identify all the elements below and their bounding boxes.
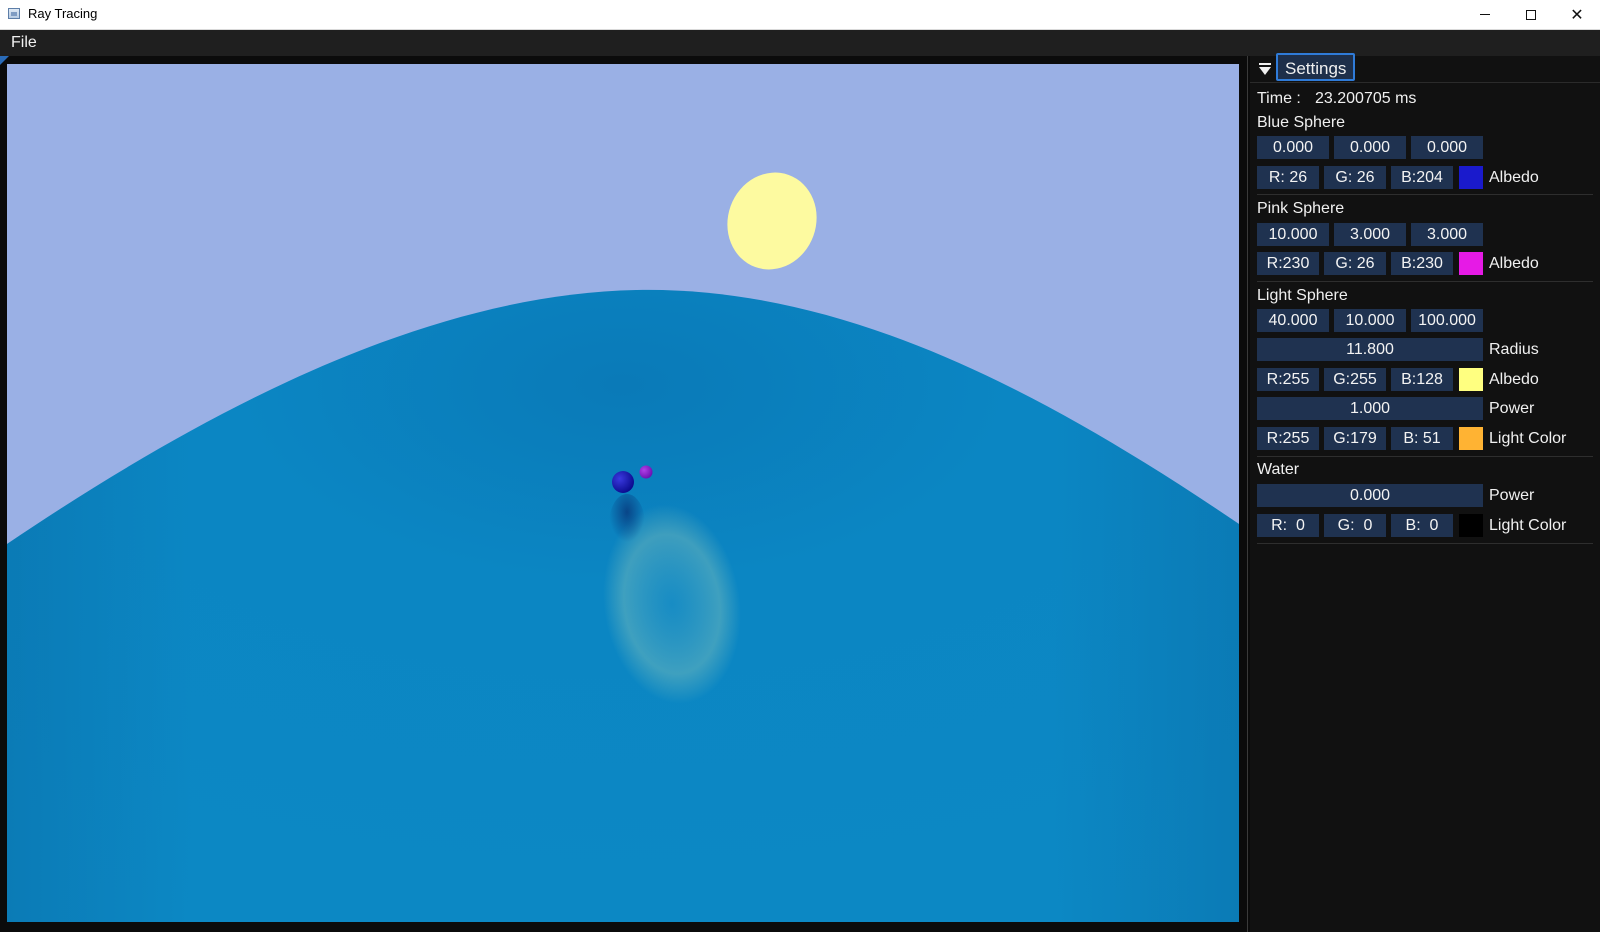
light-sphere-radius-field[interactable]: 11.800 — [1257, 338, 1483, 361]
app-window-icon — [8, 8, 20, 19]
light-sphere-radius-label: Radius — [1489, 341, 1539, 358]
light-sphere-pos-z[interactable]: 100.000 — [1411, 309, 1483, 332]
water-power-field[interactable]: 0.000 — [1257, 484, 1483, 507]
pink-sphere-title: Pink Sphere — [1257, 200, 1345, 217]
light-sphere-power-field[interactable]: 1.000 — [1257, 397, 1483, 420]
blue-sphere — [612, 471, 634, 493]
menu-bar: File — [0, 30, 1600, 56]
light-sphere-color-label: Light Color — [1489, 430, 1567, 447]
blue-sphere-pos-z[interactable]: 0.000 — [1411, 136, 1483, 159]
light-sphere-albedo-g[interactable]: G:255 — [1324, 368, 1386, 391]
blue-sphere-pos-y[interactable]: 0.000 — [1334, 136, 1406, 159]
render-viewport[interactable] — [7, 64, 1239, 922]
maximize-icon — [1526, 9, 1536, 20]
close-icon: ✕ — [1570, 6, 1584, 24]
panel-header: Settings — [1250, 53, 1600, 83]
blue-sphere-albedo-label: Albedo — [1489, 169, 1539, 186]
time-value: 23.200705 ms — [1315, 90, 1417, 107]
pink-sphere — [639, 465, 653, 479]
water-title: Water — [1257, 461, 1300, 478]
panel-divider[interactable] — [1247, 56, 1248, 932]
pink-sphere-pos-z[interactable]: 3.000 — [1411, 223, 1483, 246]
pink-sphere-albedo-swatch[interactable] — [1459, 252, 1483, 275]
tab-settings[interactable]: Settings — [1276, 53, 1356, 81]
separator — [1257, 281, 1593, 282]
rendered-scene — [7, 64, 1239, 922]
collapse-arrow-icon[interactable] — [1259, 62, 1271, 77]
sphere-shadow — [609, 494, 645, 554]
window-title: Ray Tracing — [28, 6, 98, 21]
pink-sphere-albedo-b[interactable]: B:230 — [1391, 252, 1453, 275]
water-power-label: Power — [1489, 487, 1535, 504]
time-label: Time : — [1257, 90, 1301, 107]
title-bar: Ray Tracing ✕ — [0, 0, 1600, 30]
water-color-b[interactable]: B: 0 — [1391, 514, 1453, 537]
light-sphere-pos-y[interactable]: 10.000 — [1334, 309, 1406, 332]
light-sphere-power-label: Power — [1489, 400, 1535, 417]
separator — [1257, 194, 1593, 195]
separator — [1257, 543, 1593, 544]
light-sphere-title: Light Sphere — [1257, 287, 1348, 304]
light-sphere-color-r[interactable]: R:255 — [1257, 427, 1319, 450]
light-sphere-albedo-r[interactable]: R:255 — [1257, 368, 1319, 391]
pink-sphere-albedo-r[interactable]: R:230 — [1257, 252, 1319, 275]
pink-sphere-pos-y[interactable]: 3.000 — [1334, 223, 1406, 246]
water-color-g[interactable]: G: 0 — [1324, 514, 1386, 537]
light-sphere-albedo-label: Albedo — [1489, 371, 1539, 388]
pink-sphere-albedo-g[interactable]: G: 26 — [1324, 252, 1386, 275]
blue-sphere-albedo-swatch[interactable] — [1459, 166, 1483, 189]
light-sphere-color-b[interactable]: B: 51 — [1391, 427, 1453, 450]
water-color-swatch[interactable] — [1459, 514, 1483, 537]
light-sphere-color-g[interactable]: G:179 — [1324, 427, 1386, 450]
blue-sphere-albedo-b[interactable]: B:204 — [1391, 166, 1453, 189]
settings-panel: Settings Time : 23.200705 ms Blue Sphere… — [1250, 53, 1600, 932]
blue-sphere-albedo-r[interactable]: R: 26 — [1257, 166, 1319, 189]
pink-sphere-albedo-label: Albedo — [1489, 255, 1539, 272]
minimize-button[interactable] — [1462, 0, 1508, 29]
water-color-r[interactable]: R: 0 — [1257, 514, 1319, 537]
minimize-icon — [1480, 14, 1490, 15]
light-sphere-pos-x[interactable]: 40.000 — [1257, 309, 1329, 332]
light-sphere-color-swatch[interactable] — [1459, 427, 1483, 450]
separator — [1257, 456, 1593, 457]
blue-sphere-pos-x[interactable]: 0.000 — [1257, 136, 1329, 159]
light-sphere-albedo-b[interactable]: B:128 — [1391, 368, 1453, 391]
water-color-label: Light Color — [1489, 517, 1567, 534]
pink-sphere-pos-x[interactable]: 10.000 — [1257, 223, 1329, 246]
close-button[interactable]: ✕ — [1554, 0, 1600, 29]
maximize-button[interactable] — [1508, 0, 1554, 29]
menu-file[interactable]: File — [11, 34, 37, 52]
blue-sphere-albedo-g[interactable]: G: 26 — [1324, 166, 1386, 189]
blue-sphere-title: Blue Sphere — [1257, 114, 1346, 131]
light-sphere-albedo-swatch[interactable] — [1459, 368, 1483, 391]
